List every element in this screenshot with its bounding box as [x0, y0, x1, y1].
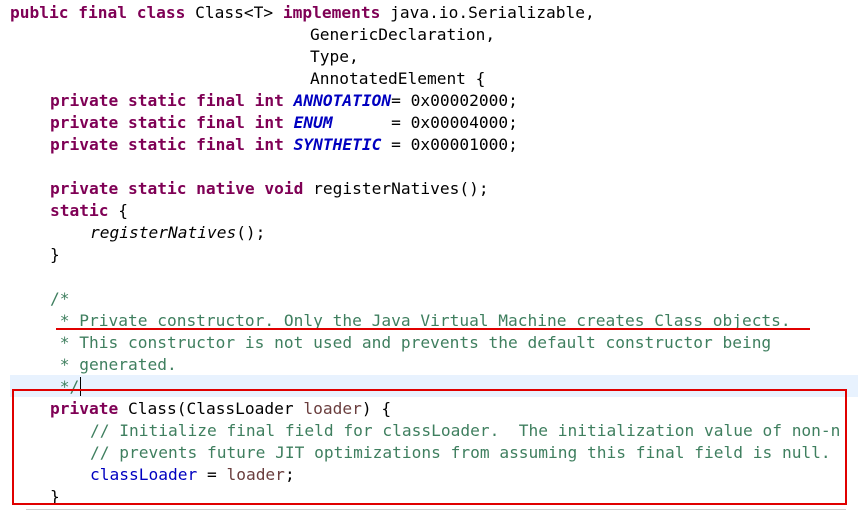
bottom-divider	[26, 509, 846, 510]
code-line-5[interactable]: private static final int ANNOTATION= 0x0…	[50, 90, 518, 112]
code-line-10[interactable]: static {	[50, 200, 128, 222]
code-line-1[interactable]: public final class Class<T> implements j…	[10, 2, 595, 24]
red-box-annotation	[12, 389, 847, 505]
code-line-12[interactable]: }	[50, 244, 60, 266]
code-line-9[interactable]: private static native void registerNativ…	[50, 178, 489, 200]
code-line-4[interactable]: AnnotatedElement {	[310, 68, 485, 90]
comment-line-17[interactable]: * generated.	[50, 354, 177, 376]
comment-line-14[interactable]: /*	[50, 288, 70, 310]
red-underline-annotation	[56, 328, 810, 330]
code-line-11[interactable]: registerNatives();	[90, 222, 265, 244]
code-line-6[interactable]: private static final int ENUM = 0x000040…	[50, 112, 518, 134]
code-line-7[interactable]: private static final int SYNTHETIC = 0x0…	[50, 134, 518, 156]
code-line-3[interactable]: Type,	[310, 46, 359, 68]
comment-line-16[interactable]: * This constructor is not used and preve…	[50, 332, 771, 354]
code-line-2[interactable]: GenericDeclaration,	[310, 24, 495, 46]
code-editor[interactable]: public final class Class<T> implements j…	[0, 0, 858, 512]
